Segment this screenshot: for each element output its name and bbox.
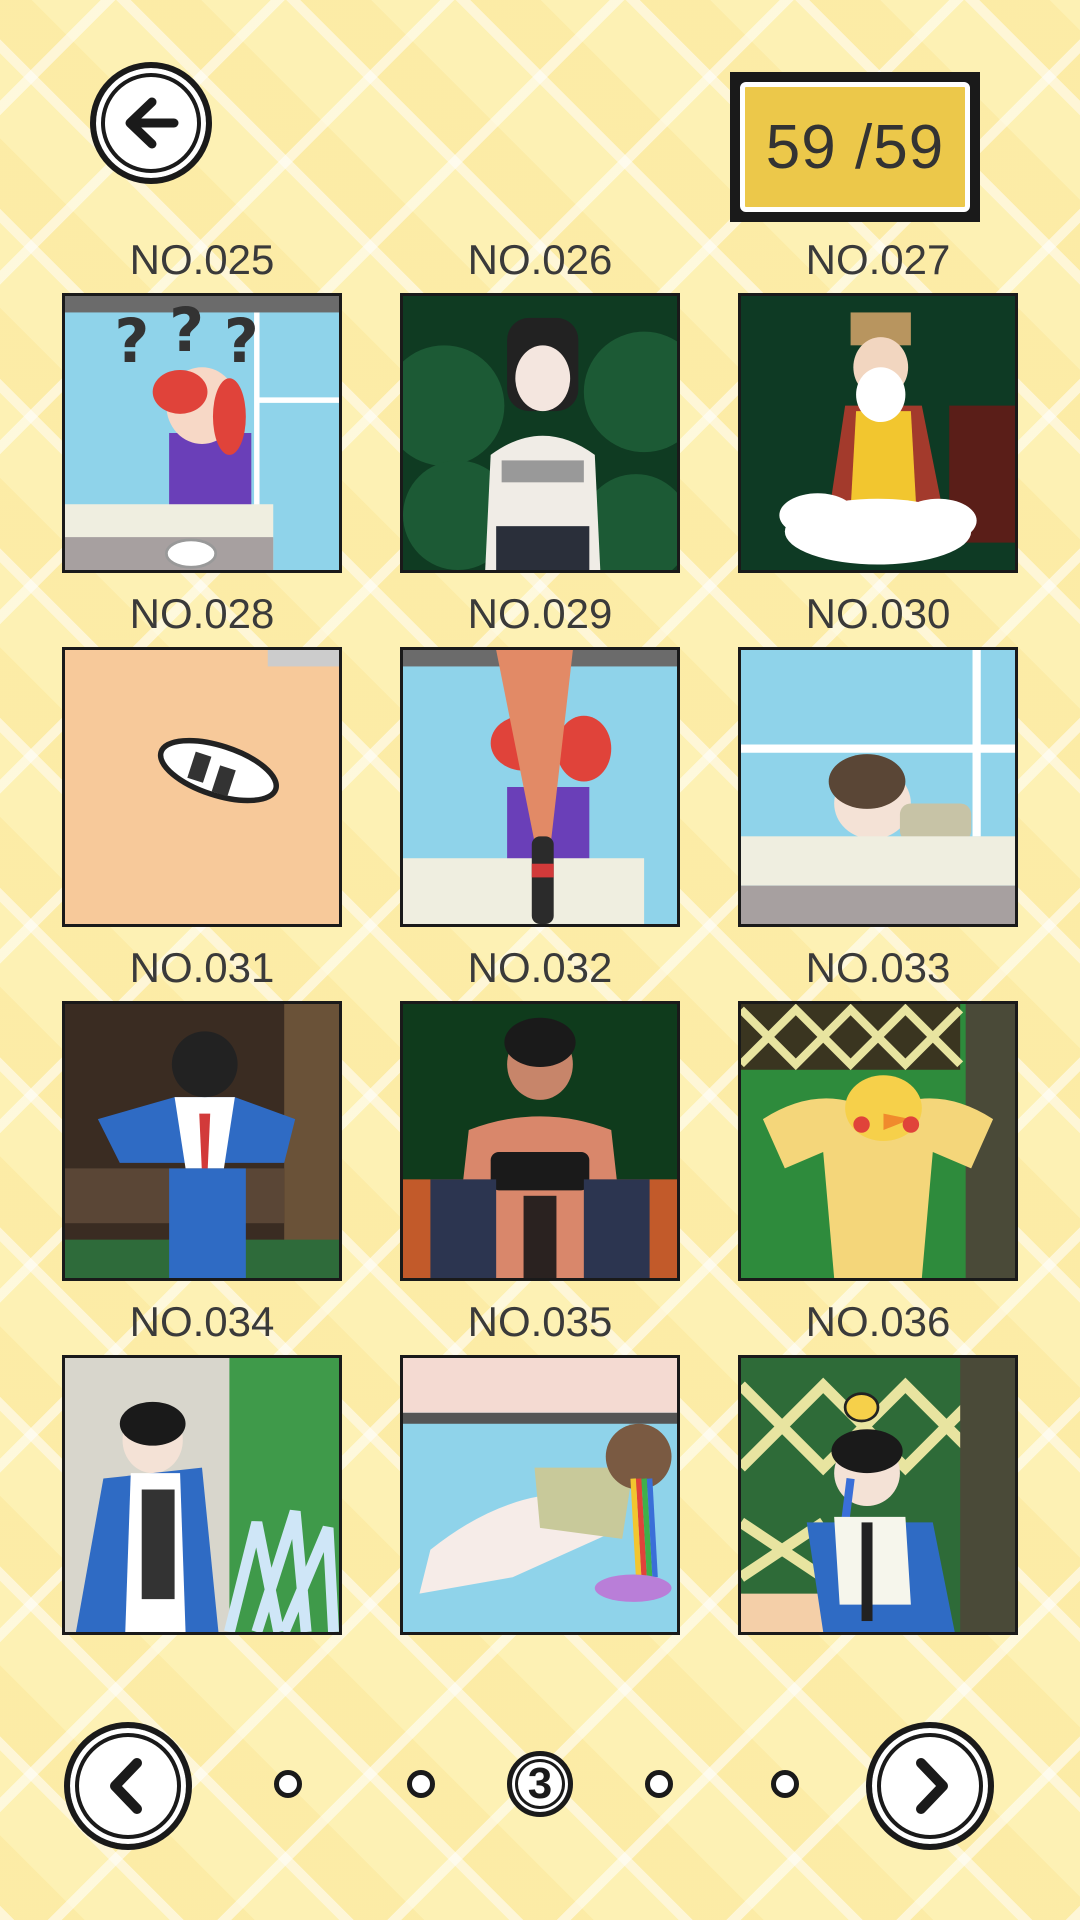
girl-confused-question-marks-image: ? ? ? <box>65 296 339 570</box>
gallery-item-label: NO.033 <box>805 944 951 991</box>
page-dot-5[interactable] <box>771 1770 799 1798</box>
gallery-thumbnail[interactable] <box>62 1355 342 1635</box>
boy-playing-phone-image <box>403 1004 677 1278</box>
girl-rainbow-vomit-image <box>403 1358 677 1632</box>
boy-crying-with-bee-image <box>741 1358 1015 1632</box>
gallery-item-label: NO.029 <box>467 590 613 637</box>
muscular-chick-image <box>741 1004 1015 1278</box>
gallery-thumbnail[interactable] <box>400 647 680 927</box>
gallery-thumbnail[interactable] <box>400 1001 680 1281</box>
back-button[interactable] <box>90 62 212 184</box>
svg-text:?: ? <box>169 296 204 366</box>
page-dot-1[interactable] <box>274 1770 302 1798</box>
gallery-item-label: NO.032 <box>467 944 613 991</box>
arrow-left-icon <box>125 97 179 149</box>
boy-sleeping-on-desk-image <box>741 650 1015 924</box>
gallery-thumbnail[interactable] <box>738 1355 1018 1635</box>
gallery-item-label: NO.036 <box>805 1298 951 1345</box>
gallery-item-label: NO.035 <box>467 1298 613 1345</box>
gallery-thumbnail[interactable] <box>400 293 680 573</box>
gallery-thumbnail[interactable] <box>400 1355 680 1635</box>
schoolgirl-arms-crossed-image <box>403 296 677 570</box>
gallery-item-label: NO.034 <box>129 1298 275 1345</box>
prev-page-button[interactable] <box>64 1722 192 1850</box>
collection-counter-text: 59 /59 <box>740 82 970 212</box>
gallery-thumbnail[interactable]: ? ? ? <box>62 293 342 573</box>
gallery-item-label: NO.030 <box>805 590 951 637</box>
gallery-item-label: NO.027 <box>805 236 951 283</box>
chevron-left-icon <box>110 1758 142 1814</box>
gallery-thumbnail[interactable] <box>738 293 1018 573</box>
gallery-item-label: NO.025 <box>129 236 275 283</box>
girl-soda-fountain-image <box>403 650 677 924</box>
page-dot-current: 3 <box>507 1751 573 1817</box>
boy-water-splash-image <box>65 1358 339 1632</box>
gallery-item-label: NO.031 <box>129 944 275 991</box>
gallery-thumbnail[interactable] <box>62 647 342 927</box>
gallery-item-label: NO.026 <box>467 236 613 283</box>
gallery-thumbnail[interactable] <box>62 1001 342 1281</box>
page-dot-2[interactable] <box>407 1770 435 1798</box>
next-page-button[interactable] <box>866 1722 994 1850</box>
old-sage-on-cloud-image <box>741 296 1015 570</box>
boy-nosebleed-on-bench-image <box>65 1004 339 1278</box>
gallery-thumbnail[interactable] <box>738 647 1018 927</box>
svg-text:?: ? <box>224 307 259 377</box>
gallery-item-label: NO.028 <box>129 590 275 637</box>
collection-counter: 59 /59 <box>730 72 980 222</box>
shoe-on-floor-image <box>65 650 339 924</box>
page-dot-4[interactable] <box>645 1770 673 1798</box>
gallery-thumbnail[interactable] <box>738 1001 1018 1281</box>
svg-text:?: ? <box>114 307 149 377</box>
chevron-right-icon <box>916 1758 948 1814</box>
